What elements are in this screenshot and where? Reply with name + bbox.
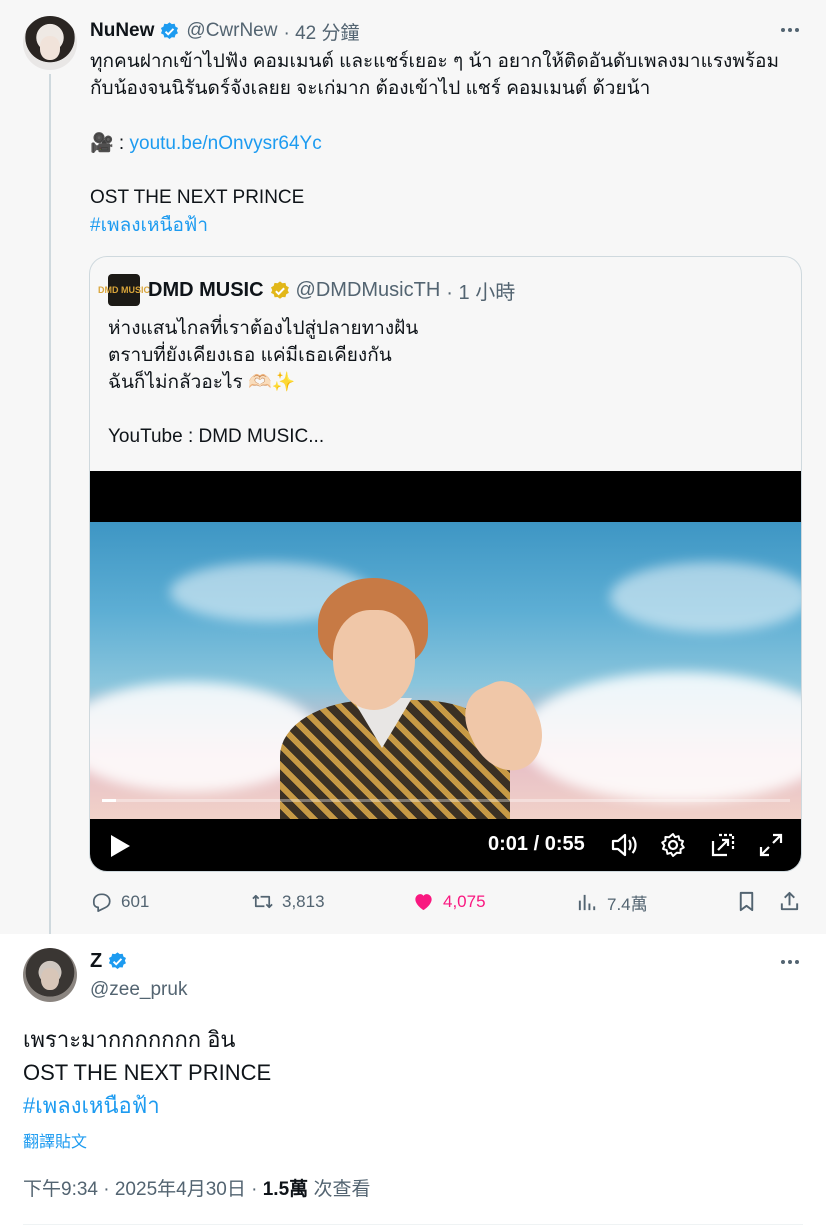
video-controls: 0:01 / 0:55 (90, 821, 801, 871)
heart-filled-icon (415, 894, 432, 911)
quote-text-line: ตราบที่ยังเคียงเธอ แค่มีเธอเคียงกัน (108, 345, 392, 366)
more-options-icon[interactable] (775, 18, 805, 42)
quote-header: DMD MUSIC DMD MUSIC @DMDMusicTH · 1 小時 (98, 274, 515, 306)
views-button[interactable]: 7.4萬 (576, 890, 648, 915)
hashtag-link[interactable]: #เพลงเหนือฟ้า (23, 1089, 160, 1122)
share-icon (780, 891, 799, 911)
action-bar: 601 3,813 4,075 7.4萬 (0, 882, 826, 924)
video-time: 0:01 / 0:55 (488, 833, 585, 855)
author-handle[interactable]: @CwrNew (186, 20, 277, 42)
tweet-text-line: กับน้องจนนิรันดร์จังเลยย จะเก่มาก ต้องเข… (90, 78, 651, 99)
author-handle[interactable]: @zee_pruk (90, 979, 187, 1001)
verified-badge-icon (159, 21, 180, 42)
author-handle[interactable]: @DMDMusicTH (296, 279, 441, 302)
divider (23, 1224, 803, 1225)
logo-text: DMD MUSIC (98, 284, 150, 295)
retweet-icon (252, 894, 273, 909)
tweet-time[interactable]: · 42 分鐘 (283, 18, 359, 45)
retweet-count: 3,813 (282, 891, 325, 911)
author-name[interactable]: NuNew (90, 20, 154, 42)
views-label: 次查看 (313, 1179, 371, 1200)
volume-icon[interactable] (610, 832, 638, 858)
reply-count: 601 (121, 891, 150, 911)
retweet-button[interactable]: 3,813 (251, 890, 325, 913)
bookmark-button[interactable] (735, 890, 766, 913)
parent-tweet[interactable]: NuNew @CwrNew · 42 分鐘 ทุกคนฝากเข้าไปฟัง … (0, 0, 826, 944)
verified-badge-icon (107, 951, 128, 972)
video-progress-bar[interactable] (102, 799, 790, 802)
thread-line (49, 74, 51, 944)
tweet-text-line: OST THE NEXT PRINCE (23, 1060, 272, 1085)
tweet-text-line: OST THE NEXT PRINCE (90, 187, 305, 208)
camera-icon: 🎥 : (90, 133, 125, 154)
gold-verified-badge-icon (269, 280, 290, 301)
avatar[interactable] (23, 16, 77, 70)
views-count: 1.5萬 (262, 1179, 309, 1200)
share-button[interactable] (778, 890, 809, 913)
video-progress-fill (102, 799, 116, 802)
author-name[interactable]: Z (90, 950, 102, 973)
views-chart-icon (578, 894, 596, 911)
video-frame[interactable] (90, 522, 801, 819)
tweet-meta: 下午9:34 · 2025年4月30日 · 1.5萬 次查看 (23, 1174, 370, 1201)
youtube-link[interactable]: youtu.be/nOnvysr64Yc (130, 133, 322, 154)
fullscreen-icon[interactable] (758, 832, 784, 858)
quoted-tweet[interactable]: DMD MUSIC DMD MUSIC @DMDMusicTH · 1 小時 ห… (89, 256, 802, 872)
video-player[interactable]: 0:01 / 0:55 (90, 471, 801, 871)
reply-button[interactable]: 601 (90, 890, 149, 913)
tweet-link-line: 🎥 : youtu.be/nOnvysr64Yc (90, 130, 322, 157)
tweet-text-line: เพราะมากกกกกกก อิน (23, 1027, 236, 1052)
timestamp[interactable]: 下午9:34 · 2025年4月30日 · (23, 1179, 257, 1200)
tweet-text-line: ทุกคนฝากเข้าไปฟัง คอมเมนต์ และแชร์เยอะ ๆ… (90, 51, 779, 72)
quote-text-line: YouTube : DMD MUSIC... (108, 426, 325, 447)
translate-post-link[interactable]: 翻譯貼文 (23, 1128, 87, 1152)
tweet-header: NuNew @CwrNew · 42 分鐘 (90, 18, 360, 44)
views-count: 7.4萬 (607, 895, 648, 914)
author-name-row: Z (90, 950, 128, 973)
quote-text-line: ห่างแสนไกลที่เราต้องไปสู่ปลายทางฝัน (108, 318, 419, 339)
settings-gear-icon[interactable] (660, 832, 686, 858)
avatar[interactable] (23, 948, 77, 1002)
bookmark-icon (739, 891, 754, 912)
like-button[interactable]: 4,075 (412, 890, 486, 913)
author-name[interactable]: DMD MUSIC (148, 279, 264, 302)
hashtag-link[interactable]: #เพลงเหนือฟ้า (90, 212, 208, 239)
play-icon[interactable] (108, 833, 132, 859)
main-tweet: Z @zee_pruk เพราะมากกกกกกก อิน OST THE N… (0, 934, 826, 1230)
reply-icon (92, 893, 111, 912)
quote-text-line: ฉันก็ไม่กลัวอะไร 🫶🏻✨ (108, 372, 296, 393)
more-options-icon[interactable] (775, 950, 805, 974)
picture-in-picture-icon[interactable] (710, 832, 736, 858)
like-count: 4,075 (443, 891, 486, 911)
avatar[interactable]: DMD MUSIC (98, 274, 150, 306)
tweet-time[interactable]: · 1 小時 (446, 276, 515, 305)
